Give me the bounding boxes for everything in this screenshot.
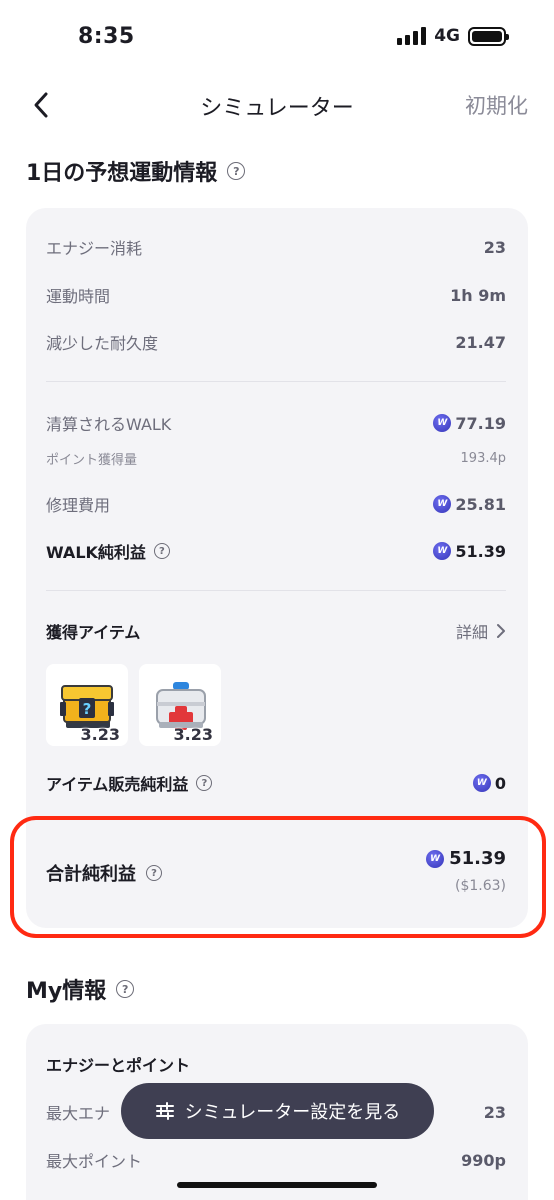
- daily-info-card: エナジー消耗 23 運動時間 1h 9m 減少した耐久度 21.47 清算される…: [26, 208, 528, 928]
- walk-coin-icon: W: [433, 495, 452, 513]
- energy-row: エナジー消耗 23: [46, 235, 506, 259]
- max-points-row: 最大ポイント 990p: [46, 1148, 506, 1172]
- item-qty: 3.23: [80, 725, 120, 744]
- repair-value: W 25.81: [433, 495, 506, 514]
- item-sales-amount: 0: [494, 773, 506, 793]
- walk-profit-amount: 51.39: [455, 541, 506, 561]
- repair-row: 修理費用 W 25.81: [46, 492, 506, 516]
- items-label: 獲得アイテム: [46, 623, 141, 642]
- daily-section-title: 1日の予想運動情報 ?: [26, 155, 246, 187]
- help-icon[interactable]: ?: [146, 865, 162, 881]
- view-simulator-settings-button[interactable]: シミュレーター設定を見る: [121, 1083, 434, 1139]
- max-points-value: 990p: [461, 1150, 506, 1170]
- total-profit-label: 合計純利益 ?: [46, 860, 162, 886]
- time-value: 1h 9m: [450, 285, 506, 305]
- settled-walk-amount: 77.19: [455, 413, 506, 433]
- nav-bar: シミュレーター 初期化: [0, 80, 554, 130]
- energy-label: エナジー消耗: [46, 239, 143, 258]
- time-row: 運動時間 1h 9m: [46, 283, 506, 307]
- item-sales-row: アイテム販売純利益 ? W 0: [46, 771, 506, 795]
- walk-coin-icon: W: [472, 774, 491, 792]
- repair-label: 修理費用: [46, 496, 111, 515]
- walk-profit-row: WALK純利益 ? W 51.39: [46, 539, 506, 563]
- walk-profit-label: WALK純利益 ?: [46, 539, 170, 563]
- energy-points-header: エナジーとポイント: [46, 1052, 506, 1076]
- item-sales-label: アイテム販売純利益 ?: [46, 771, 213, 795]
- my-section-title: My情報 ?: [26, 973, 135, 1005]
- divider: [46, 590, 506, 591]
- walk-profit-label-text: WALK純利益: [46, 543, 146, 562]
- my-section-title-text: My情報: [26, 979, 107, 1004]
- energy-points-label: エナジーとポイント: [46, 1056, 191, 1075]
- divider: [46, 381, 506, 382]
- items-header-row: 獲得アイテム 詳細: [46, 619, 506, 643]
- time-label: 運動時間: [46, 287, 111, 306]
- sliders-icon: [155, 1102, 174, 1120]
- daily-section-title-text: 1日の予想運動情報: [26, 161, 218, 186]
- reset-button[interactable]: 初期化: [465, 90, 528, 120]
- max-points-label: 最大ポイント: [46, 1152, 143, 1171]
- status-indicators: 4G: [397, 26, 509, 46]
- home-indicator: [177, 1182, 377, 1188]
- help-icon[interactable]: ?: [116, 980, 135, 998]
- total-profit-usd: ($1.63): [454, 878, 506, 894]
- signal-icon: [397, 27, 427, 45]
- total-profit-label-text: 合計純利益: [46, 864, 136, 885]
- durability-value: 21.47: [455, 332, 506, 352]
- battery-icon: [468, 26, 509, 46]
- item-qty: 3.23: [173, 725, 213, 744]
- points-value: 193.4p: [460, 451, 506, 466]
- status-bar: 8:35 4G: [0, 0, 554, 76]
- item-sales-value: W 0: [472, 773, 506, 793]
- item-sales-label-text: アイテム販売純利益: [46, 775, 189, 794]
- walk-coin-icon: W: [426, 849, 445, 868]
- help-icon[interactable]: ?: [196, 775, 213, 791]
- item-tile-repair-kit[interactable]: 3.23: [139, 664, 221, 746]
- energy-value: 23: [483, 237, 506, 257]
- settled-walk-value: W 77.19: [433, 414, 506, 433]
- network-type: 4G: [434, 26, 460, 46]
- points-row: ポイント獲得量 193.4p: [46, 449, 506, 468]
- status-time: 8:35: [78, 24, 135, 49]
- item-tile-mystery-box[interactable]: ? 3.23: [46, 664, 128, 746]
- details-label: 詳細: [455, 623, 488, 642]
- durability-row: 減少した耐久度 21.47: [46, 330, 506, 354]
- settled-walk-row: 清算されるWALK W 77.19: [46, 411, 506, 435]
- items-details-link[interactable]: 詳細: [456, 619, 506, 643]
- chevron-right-icon: [497, 624, 505, 638]
- repair-amount: 25.81: [455, 494, 506, 514]
- walk-coin-icon: W: [433, 414, 452, 432]
- view-simulator-settings-label: シミュレーター設定を見る: [184, 1102, 401, 1123]
- durability-label: 減少した耐久度: [46, 334, 159, 353]
- points-label: ポイント獲得量: [46, 453, 138, 468]
- help-icon[interactable]: ?: [153, 543, 170, 559]
- max-energy-label: 最大エナ: [46, 1104, 111, 1123]
- help-icon[interactable]: ?: [227, 162, 246, 180]
- total-profit-amount: 51.39: [449, 848, 506, 869]
- total-profit-value: W 51.39: [426, 848, 506, 869]
- walk-profit-value: W 51.39: [433, 542, 506, 561]
- svg-text:?: ?: [83, 700, 92, 718]
- walk-coin-icon: W: [433, 542, 452, 560]
- settled-walk-label: 清算されるWALK: [46, 415, 172, 434]
- max-energy-value: 23: [483, 1102, 506, 1122]
